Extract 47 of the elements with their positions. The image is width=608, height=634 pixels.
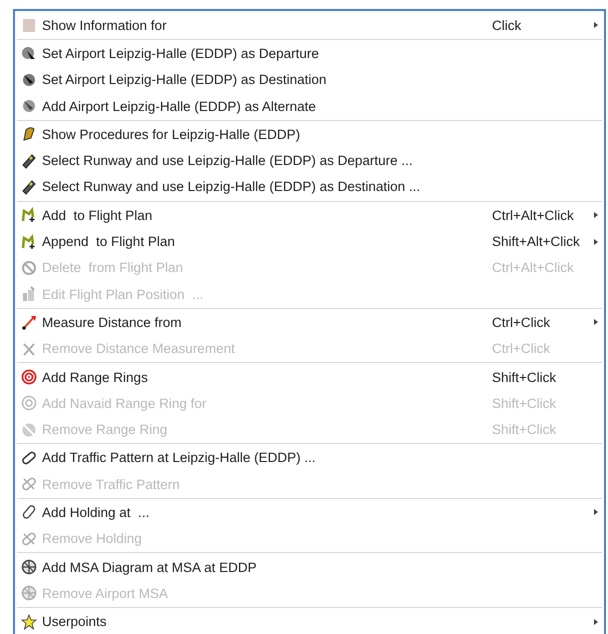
shortcut-text: Shift+Click (492, 396, 556, 411)
shortcut-text: Ctrl+Click (492, 341, 550, 356)
menu-item[interactable]: Add MSA Diagram at MSA at EDDP (15, 554, 604, 580)
runway-icon (21, 152, 37, 169)
range-ring-icon (21, 395, 37, 412)
measure-icon (21, 314, 37, 330)
flight-plan-icon (21, 234, 37, 250)
msa-icon (21, 559, 37, 576)
shortcut-text: Shift+Click (492, 422, 556, 438)
flight-plan-icon (21, 207, 37, 224)
procedure-icon (21, 126, 37, 142)
remove-ring-icon (21, 422, 37, 438)
remove-pattern-icon (21, 476, 37, 492)
menu-item[interactable]: Add Airport Leipzig-Halle (EDDP) as Alternate (15, 92, 604, 120)
shortcut-text: Shift+Click (492, 370, 556, 384)
info-icon (22, 17, 36, 34)
menu-item[interactable]: Measure Distance from Ctrl+Click (15, 309, 604, 336)
airport-icon (21, 45, 37, 62)
shortcut-text: Ctrl+Alt+Click (492, 260, 574, 276)
menu-item[interactable]: Add Holding at ... (15, 499, 604, 526)
menu-item[interactable]: Show Procedures for Leipzig-Halle (EDDP) (15, 121, 604, 148)
traffic-pattern-icon (21, 450, 37, 466)
menu-item[interactable]: Add Range Rings Shift+Click (15, 364, 604, 390)
menu-item[interactable]: Select Runway and use Leipzig-Halle (EDDP) as Destination ... (15, 174, 604, 200)
menu-item[interactable]: Set Airport Leipzig-Halle (EDDP) as Departure (15, 40, 604, 67)
menu-item[interactable]: Add Traffic Pattern at Leipzig-Halle (EDDP) ... (15, 444, 604, 472)
remove-msa-icon (21, 585, 37, 602)
remove-pattern-icon (21, 530, 37, 547)
airport-icon (21, 98, 37, 114)
holding-icon (21, 504, 37, 520)
no-entry-icon (21, 260, 37, 276)
edit-icon (21, 286, 37, 302)
shortcut-text: Ctrl+Alt+Click (492, 208, 574, 223)
star-icon (21, 614, 37, 630)
menu-item[interactable]: Userpoints (15, 608, 604, 634)
menu-item[interactable]: Add to Flight Plan Ctrl+Alt+Click (15, 202, 604, 228)
shortcut-text: Shift+Alt+Click (492, 234, 580, 250)
airport-icon (21, 72, 37, 88)
menu-item[interactable]: Set Airport Leipzig-Halle (EDDP) as Destination (15, 66, 604, 93)
menu-item[interactable]: Select Runway and use Leipzig-Halle (EDDP) as Departure ... (15, 147, 604, 174)
range-rings-icon (21, 369, 37, 385)
shortcut-text: Click (492, 18, 522, 33)
remove-measure-icon (21, 340, 37, 357)
menu-item[interactable]: Append to Flight Plan Shift+Alt+Click (15, 228, 604, 255)
runway-icon (21, 178, 37, 195)
menu-item[interactable]: Show Information for Click (15, 12, 604, 38)
shortcut-text: Ctrl+Click (492, 314, 550, 330)
